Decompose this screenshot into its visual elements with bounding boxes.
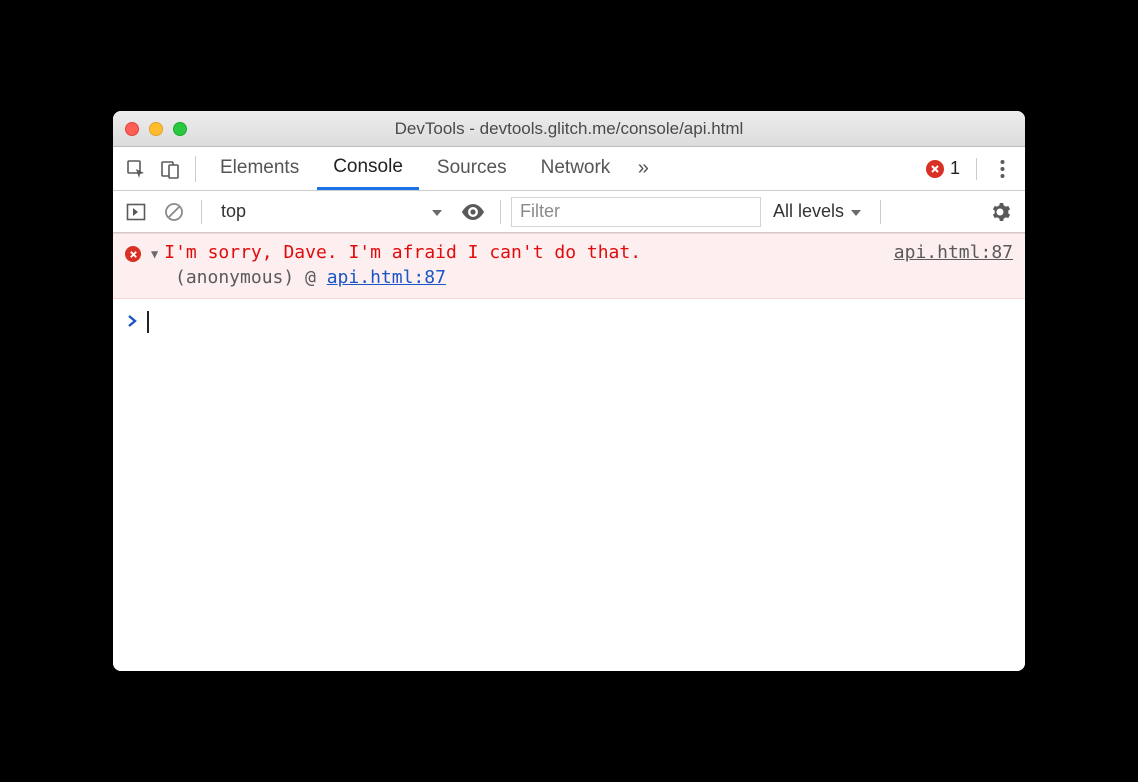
tab-label: Elements xyxy=(220,157,299,179)
error-stack: (anonymous) @ api.html:87 xyxy=(125,267,1013,288)
tab-network[interactable]: Network xyxy=(525,147,627,190)
devtools-tabbar: Elements Console Sources Network » 1 xyxy=(113,147,1025,191)
execution-context-select[interactable]: top xyxy=(212,198,452,226)
separator xyxy=(880,200,881,224)
input-cursor xyxy=(147,311,149,333)
separator xyxy=(201,200,202,224)
stack-source-link[interactable]: api.html:87 xyxy=(327,267,446,288)
tab-elements[interactable]: Elements xyxy=(204,147,315,190)
window-titlebar: DevTools - devtools.glitch.me/console/ap… xyxy=(113,111,1025,147)
chevron-down-icon xyxy=(850,201,862,222)
separator xyxy=(500,200,501,224)
tab-label: Sources xyxy=(437,157,507,179)
levels-label: All levels xyxy=(773,201,844,222)
window-title: DevTools - devtools.glitch.me/console/ap… xyxy=(113,119,1025,139)
console-prompt[interactable] xyxy=(113,299,1025,345)
tab-label: Console xyxy=(333,156,403,178)
error-source-link[interactable]: api.html:87 xyxy=(894,242,1013,263)
tab-sources[interactable]: Sources xyxy=(421,147,523,190)
toggle-console-drawer-icon[interactable] xyxy=(119,195,153,229)
tab-label: Network xyxy=(541,157,611,179)
prompt-caret-icon xyxy=(127,312,137,333)
zoom-window-button[interactable] xyxy=(173,122,187,136)
more-options-button[interactable] xyxy=(985,159,1019,179)
console-filter-input[interactable] xyxy=(511,197,761,227)
minimize-window-button[interactable] xyxy=(149,122,163,136)
error-count-value: 1 xyxy=(950,158,960,179)
device-toolbar-icon[interactable] xyxy=(153,152,187,186)
error-icon xyxy=(125,246,141,262)
tab-console[interactable]: Console xyxy=(317,147,419,190)
panel-tabs: Elements Console Sources Network xyxy=(204,147,626,190)
console-toolbar: top All levels xyxy=(113,191,1025,233)
devtools-window: DevTools - devtools.glitch.me/console/ap… xyxy=(113,111,1025,671)
context-value: top xyxy=(221,201,246,222)
error-message: I'm sorry, Dave. I'm afraid I can't do t… xyxy=(164,242,874,263)
console-error-entry[interactable]: ▼ I'm sorry, Dave. I'm afraid I can't do… xyxy=(113,233,1025,299)
live-expression-icon[interactable] xyxy=(456,204,490,220)
clear-console-icon[interactable] xyxy=(157,195,191,229)
log-levels-select[interactable]: All levels xyxy=(765,201,870,222)
stack-prefix: (anonymous) @ xyxy=(175,267,327,288)
close-window-button[interactable] xyxy=(125,122,139,136)
chevron-down-icon xyxy=(431,201,443,222)
error-count-indicator[interactable]: 1 xyxy=(926,158,960,179)
console-output: ▼ I'm sorry, Dave. I'm afraid I can't do… xyxy=(113,233,1025,671)
console-settings-icon[interactable] xyxy=(981,202,1019,222)
chevron-double-right-icon: » xyxy=(638,157,649,180)
separator xyxy=(195,156,196,182)
separator xyxy=(976,158,977,180)
window-controls xyxy=(125,122,187,136)
error-row: ▼ I'm sorry, Dave. I'm afraid I can't do… xyxy=(125,242,1013,263)
more-tabs-button[interactable]: » xyxy=(626,157,660,180)
inspect-element-icon[interactable] xyxy=(119,152,153,186)
error-badge-icon xyxy=(926,160,944,178)
disclosure-triangle-icon[interactable]: ▼ xyxy=(151,247,158,261)
